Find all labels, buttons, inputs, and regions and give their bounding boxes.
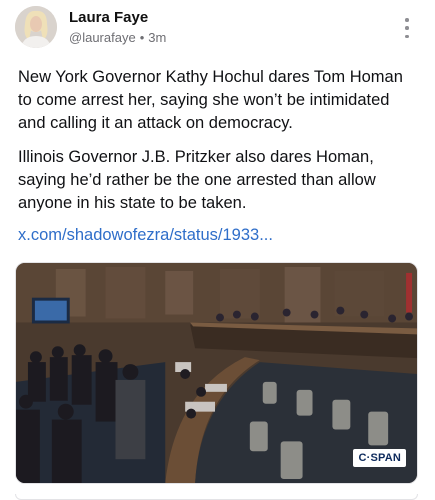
post-card: Laura Faye @laurafaye • 3m New York Govern… — [0, 0, 435, 500]
post-paragraph-1: New York Governor Kathy Hochul dares Tom… — [18, 68, 403, 132]
card-bottom-edge — [15, 494, 418, 500]
post-time[interactable]: 3m — [148, 30, 166, 45]
meta-separator: • — [139, 30, 145, 45]
post-paragraph-2: Illinois Governor J.B. Pritzker also dar… — [18, 148, 376, 212]
post-link[interactable]: x.com/shadowofezra/status/1933... — [18, 226, 273, 245]
author-name[interactable]: Laura Faye — [69, 9, 148, 26]
author-handle[interactable]: @laurafaye — [69, 30, 136, 45]
more-vertical-icon[interactable] — [398, 18, 416, 38]
video-thumbnail[interactable]: C·SPAN — [15, 262, 418, 484]
cspan-watermark: C·SPAN — [353, 449, 406, 467]
author-meta: @laurafaye • 3m — [69, 30, 166, 45]
avatar[interactable] — [15, 6, 57, 48]
